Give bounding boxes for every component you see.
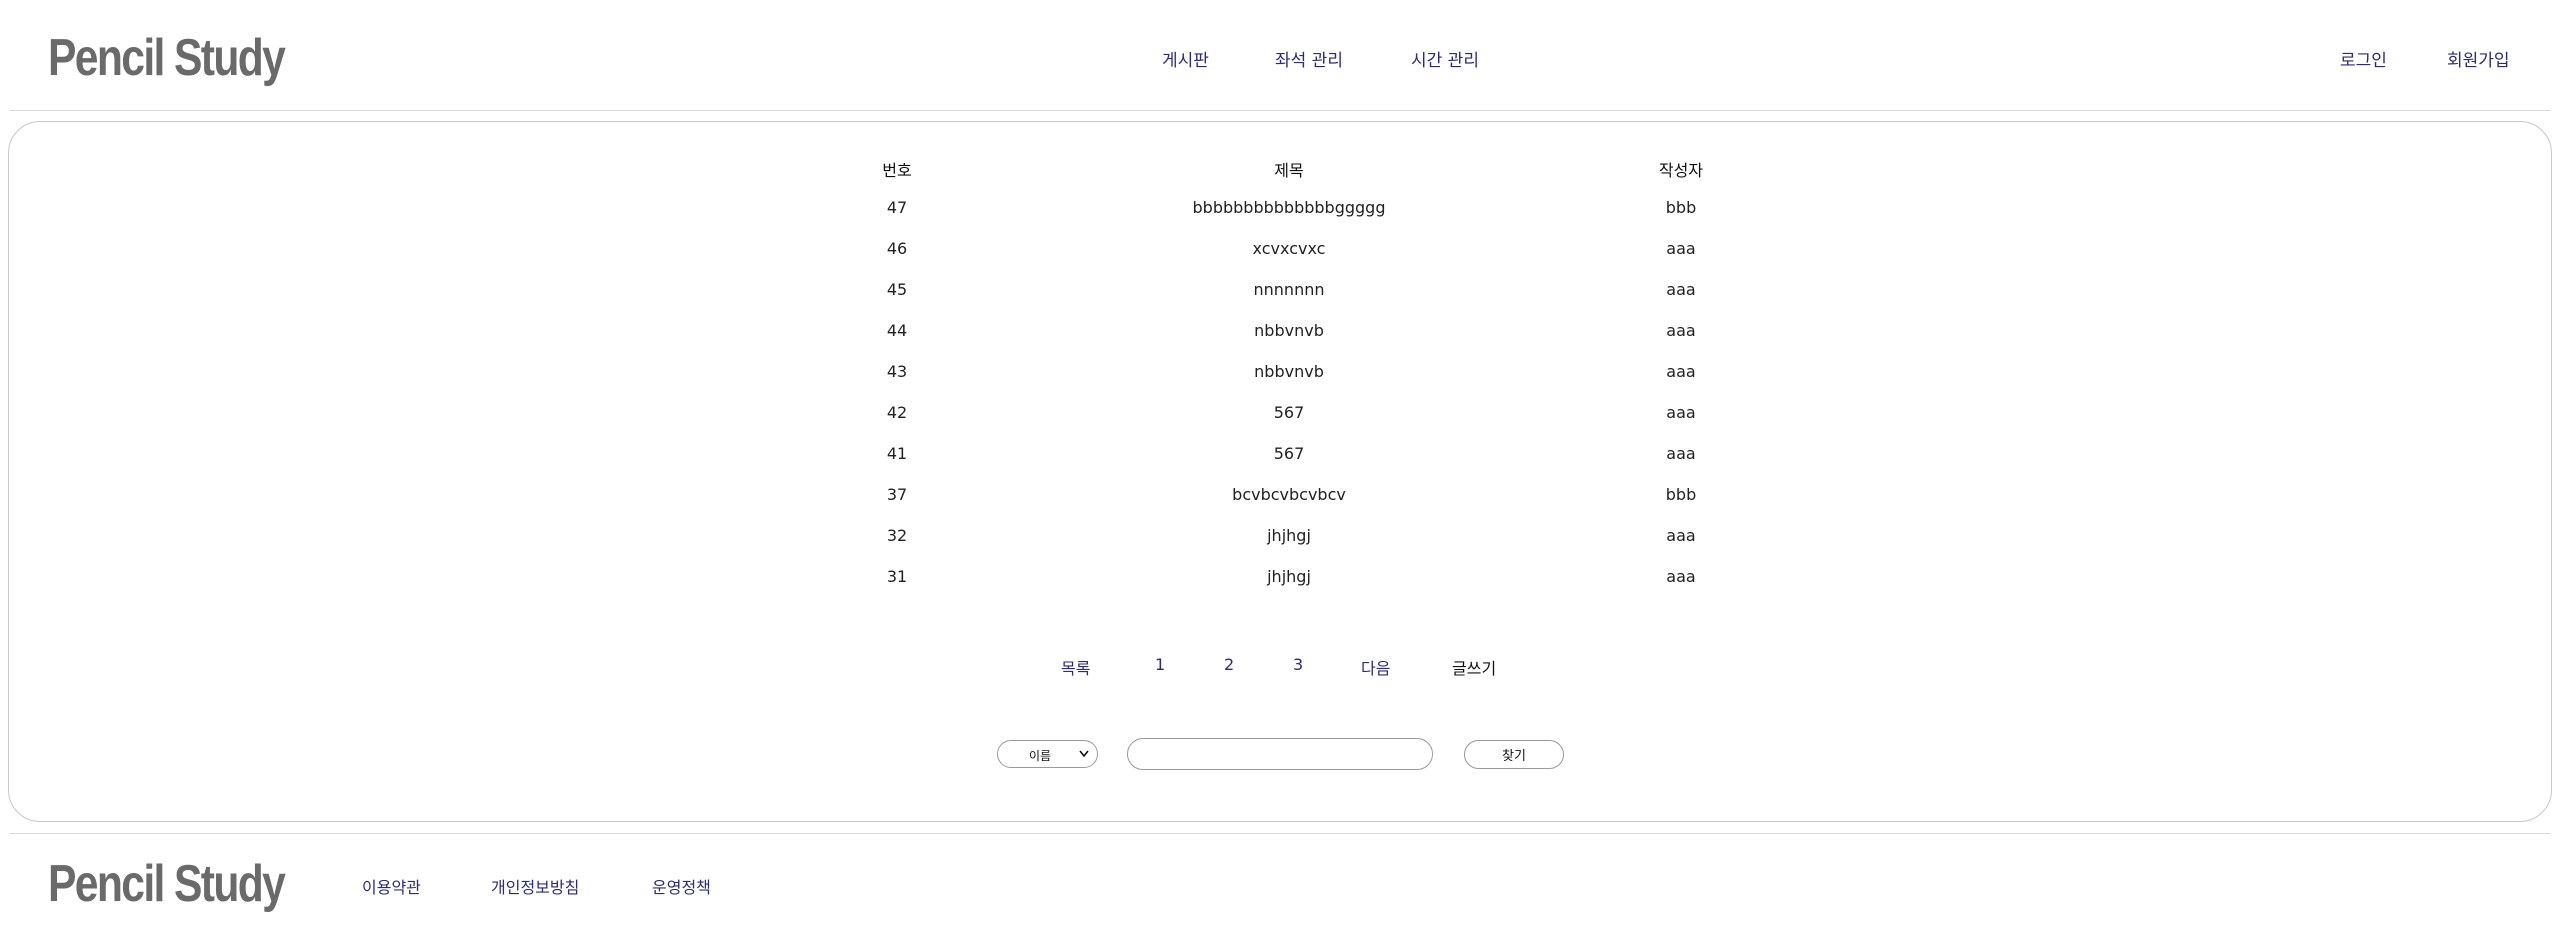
row-author: aaa <box>1666 280 1696 299</box>
row-no: 41 <box>886 444 908 463</box>
signup-link[interactable]: 회원가입 <box>2447 46 2510 71</box>
table-row[interactable]: 43 nbbvnvb aaa <box>9 362 2551 403</box>
login-link[interactable]: 로그인 <box>2340 46 2387 71</box>
row-title-link[interactable]: bcvbcvbcvbcv <box>1139 485 1439 504</box>
row-no: 46 <box>886 239 908 258</box>
next-page-link[interactable]: 다음 <box>1361 655 1390 679</box>
row-author: aaa <box>1666 403 1696 422</box>
row-no: 31 <box>886 567 908 586</box>
row-title-link[interactable]: nnnnnnn <box>1139 280 1439 299</box>
column-header-no: 번호 <box>882 161 912 180</box>
page-2-link[interactable]: 2 <box>1224 655 1234 674</box>
row-author: bbb <box>1665 198 1697 217</box>
table-row[interactable]: 46 xcvxcvxc aaa <box>9 239 2551 280</box>
main-nav: 게시판 좌석 관리 시간 관리 로그인 회원가입 <box>0 46 2560 76</box>
row-title-link[interactable]: nbbvnvb <box>1139 321 1439 340</box>
chevron-down-icon <box>1079 750 1089 758</box>
nav-time-management-link[interactable]: 시간 관리 <box>1411 46 1479 71</box>
row-no: 47 <box>886 198 908 217</box>
nav-seat-management-link[interactable]: 좌석 관리 <box>1275 46 1343 71</box>
board-container: 번호 제목 작성자 47 bbbbbbbbbbbbbbggggg bbb 46 … <box>8 121 2552 822</box>
table-row[interactable]: 32 jhjhgj aaa <box>9 526 2551 567</box>
privacy-policy-link[interactable]: 개인정보방침 <box>491 874 579 898</box>
row-title-link[interactable]: 567 <box>1139 444 1439 463</box>
operation-policy-link[interactable]: 운영정책 <box>652 874 711 898</box>
site-header: Pencil Study 게시판 좌석 관리 시간 관리 로그인 회원가입 <box>0 0 2560 111</box>
row-no: 37 <box>886 485 908 504</box>
list-link[interactable]: 목록 <box>1061 655 1090 679</box>
search-button[interactable]: 찾기 <box>1464 740 1564 769</box>
row-no: 42 <box>886 403 908 422</box>
table-row[interactable]: 41 567 aaa <box>9 444 2551 485</box>
row-author: aaa <box>1666 444 1696 463</box>
column-header-author: 작성자 <box>1658 161 1704 180</box>
search-field-selected: 이름 <box>1029 749 1052 763</box>
row-title-link[interactable]: jhjhgj <box>1139 567 1439 586</box>
row-author: bbb <box>1665 485 1697 504</box>
table-header-row: 번호 제목 작성자 <box>9 157 2551 198</box>
row-title-link[interactable]: jhjhgj <box>1139 526 1439 545</box>
search-field-select[interactable]: 이름 <box>997 740 1098 768</box>
pagination: 목록 1 2 3 다음 글쓰기 <box>9 655 2551 685</box>
table-row[interactable]: 31 jhjhgj aaa <box>9 567 2551 608</box>
nav-board-link[interactable]: 게시판 <box>1162 46 1209 71</box>
row-author: aaa <box>1666 321 1696 340</box>
terms-link[interactable]: 이용약관 <box>362 874 421 898</box>
row-author: aaa <box>1666 362 1696 381</box>
column-header-title: 제목 <box>1274 161 1304 180</box>
row-author: aaa <box>1666 239 1696 258</box>
row-title-link[interactable]: bbbbbbbbbbbbbbggggg <box>1139 198 1439 217</box>
row-author: aaa <box>1666 526 1696 545</box>
table-row[interactable]: 45 nnnnnnn aaa <box>9 280 2551 321</box>
row-author: aaa <box>1666 567 1696 586</box>
row-no: 44 <box>886 321 908 340</box>
site-footer: Pencil Study 이용약관 개인정보방침 운영정책 <box>0 834 2560 944</box>
table-row[interactable]: 37 bcvbcvbcvbcv bbb <box>9 485 2551 526</box>
footer-logo: Pencil Study <box>48 855 286 913</box>
search-input[interactable] <box>1127 738 1433 770</box>
write-post-link[interactable]: 글쓰기 <box>1452 655 1496 679</box>
row-no: 43 <box>886 362 908 381</box>
header-divider <box>10 110 2550 111</box>
table-row[interactable]: 44 nbbvnvb aaa <box>9 321 2551 362</box>
row-no: 32 <box>886 526 908 545</box>
table-row[interactable]: 42 567 aaa <box>9 403 2551 444</box>
row-no: 45 <box>886 280 908 299</box>
page-1-link[interactable]: 1 <box>1155 655 1165 674</box>
table-row[interactable]: 47 bbbbbbbbbbbbbbggggg bbb <box>9 198 2551 239</box>
row-title-link[interactable]: 567 <box>1139 403 1439 422</box>
search-bar: 이름 찾기 <box>9 738 2551 772</box>
row-title-link[interactable]: xcvxcvxc <box>1139 239 1439 258</box>
row-title-link[interactable]: nbbvnvb <box>1139 362 1439 381</box>
page-3-link[interactable]: 3 <box>1293 655 1303 674</box>
